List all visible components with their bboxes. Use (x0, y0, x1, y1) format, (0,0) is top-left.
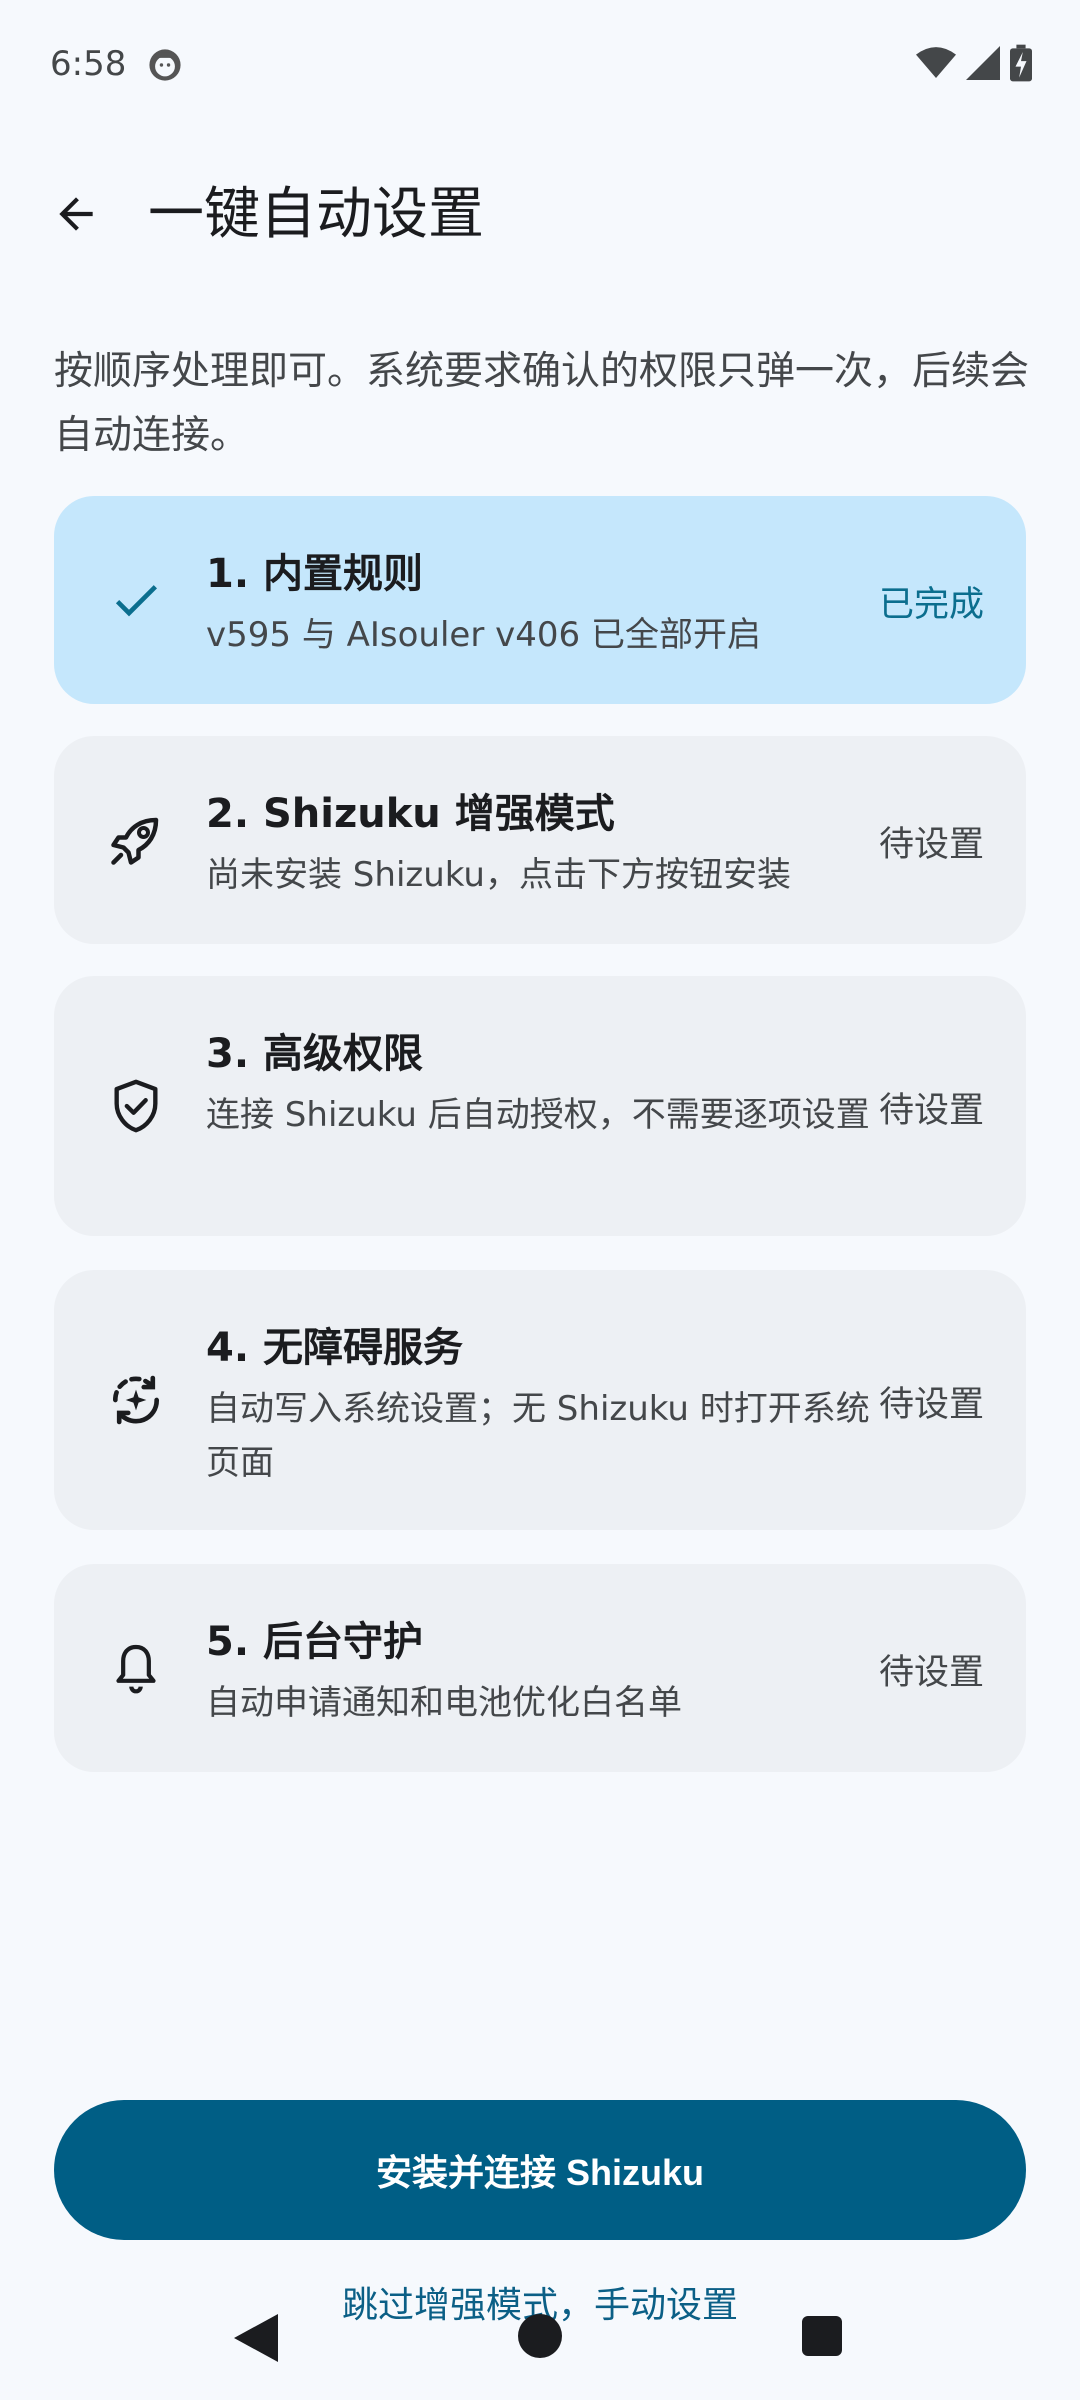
step-title: 1. 内置规则 (206, 551, 423, 597)
step-subtitle: 自动申请通知和电池优化白名单 (206, 1683, 682, 1723)
install-connect-shizuku-button[interactable]: 安装并连接 Shizuku (54, 2100, 1026, 2240)
system-nav-bar (0, 2300, 1080, 2400)
step-title: 2. Shizuku 增强模式 (206, 791, 615, 837)
nav-recents-icon[interactable] (802, 2316, 842, 2356)
back-button[interactable] (44, 182, 108, 246)
rocket-icon (100, 804, 172, 876)
status-time: 6:58 (50, 44, 127, 84)
step-status: 待设置 (878, 1385, 984, 1425)
check-icon (100, 564, 172, 636)
step-card-shizuku[interactable]: 2. Shizuku 增强模式 尚未安装 Shizuku，点击下方按钮安装 待设… (54, 736, 1026, 944)
step-subtitle: v595 与 AIsouler v406 已全部开启 (206, 615, 761, 655)
wifi-icon (916, 47, 956, 78)
auto-sparkle-icon (100, 1364, 172, 1436)
battery-charging-icon (1010, 44, 1032, 82)
signal-icon (966, 46, 1000, 80)
step-card-builtin-rules[interactable]: 1. 内置规则 v595 与 AIsouler v406 已全部开启 已完成 (54, 496, 1026, 704)
app-bar: 一键自动设置 (0, 160, 1080, 270)
status-icons (916, 44, 1032, 82)
arrow-back-icon (59, 197, 93, 231)
app-notification-icon (149, 49, 181, 81)
bell-icon (100, 1632, 172, 1704)
page-title: 一键自动设置 (148, 182, 484, 247)
step-card-background-guard[interactable]: 5. 后台守护 自动申请通知和电池优化白名单 待设置 (54, 1564, 1026, 1772)
step-title: 5. 后台守护 (206, 1619, 423, 1665)
status-bar: 6:58 (0, 0, 1080, 130)
intro-text: 按顺序处理即可。系统要求确认的权限只弹一次，后续会自动连接。 (54, 349, 1030, 458)
step-subtitle: 连接 Shizuku 后自动授权，不需要逐项设置 (206, 1095, 870, 1135)
step-title: 4. 无障碍服务 (206, 1325, 463, 1371)
step-status: 待设置 (878, 825, 984, 865)
nav-back-icon[interactable] (234, 2314, 278, 2362)
step-title: 3. 高级权限 (206, 1031, 423, 1077)
step-status: 待设置 (878, 1653, 984, 1693)
step-status: 待设置 (878, 1091, 984, 1131)
shield-check-icon (100, 1070, 172, 1142)
step-card-accessibility[interactable]: 4. 无障碍服务 自动写入系统设置；无 Shizuku 时打开系统页面 待设置 (54, 1270, 1026, 1530)
step-card-advanced-permissions[interactable]: 3. 高级权限 连接 Shizuku 后自动授权，不需要逐项设置 待设置 (54, 976, 1026, 1236)
step-subtitle: 尚未安装 Shizuku，点击下方按钮安装 (206, 855, 791, 895)
step-status: 已完成 (878, 585, 984, 625)
nav-home-icon[interactable] (518, 2314, 562, 2358)
step-subtitle: 自动写入系统设置；无 Shizuku 时打开系统页面 (206, 1389, 870, 1483)
